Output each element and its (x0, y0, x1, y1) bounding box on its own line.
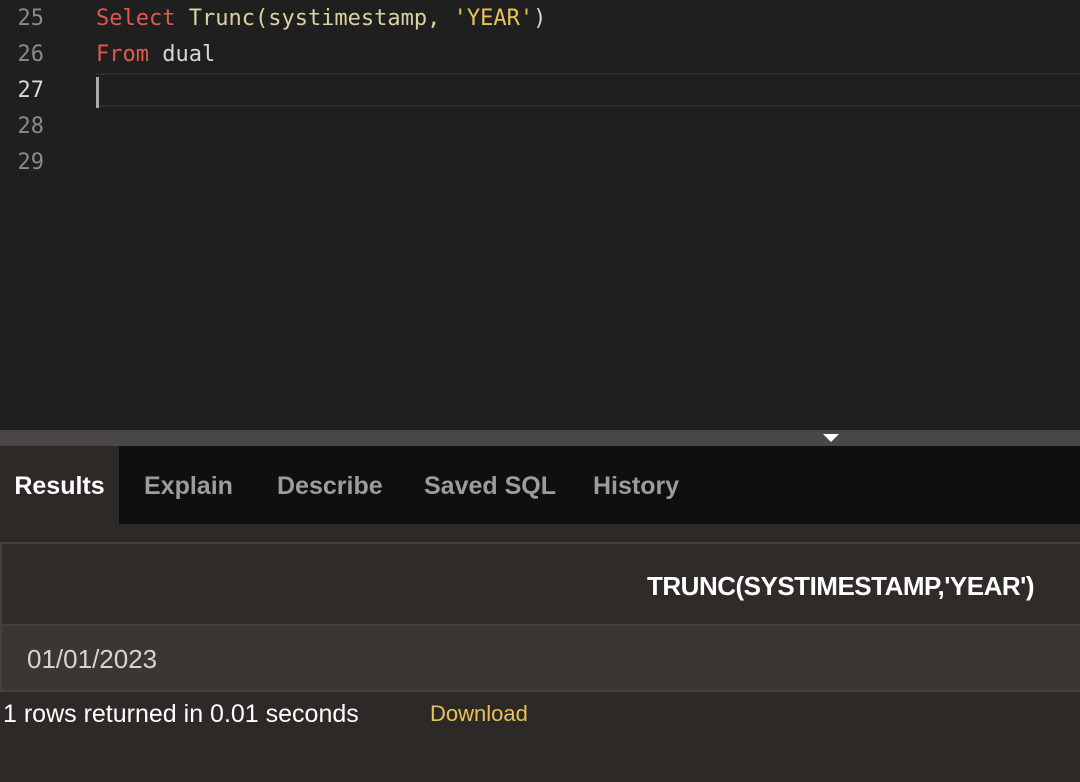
line-number: 29 (17, 150, 45, 175)
code-line[interactable]: 26 From dual (0, 37, 1080, 73)
sql-keyword: Select (96, 6, 176, 31)
table-cell: 01/01/2023 (27, 644, 158, 674)
results-tab-bar: Results Explain Describe Saved SQL Histo… (0, 446, 1080, 524)
results-grid-header: TRUNC(SYSTIMESTAMP,'YEAR') (0, 542, 1080, 626)
sql-string: 'YEAR' (453, 6, 534, 31)
table-row[interactable]: 01/01/2023 (0, 626, 1080, 692)
code-line[interactable]: 25 Select Trunc(systimestamp, 'YEAR') (0, 1, 1080, 37)
line-number: 26 (17, 42, 45, 67)
code-line[interactable]: 28 (0, 109, 1080, 145)
text-cursor (96, 77, 99, 108)
sql-identifier: dual (148, 42, 216, 67)
code-text: From dual (96, 37, 215, 73)
rows-returned-status: 1 rows returned in 0.01 seconds (3, 700, 359, 728)
collapse-arrow-icon[interactable] (823, 434, 839, 442)
tab-explain[interactable]: Explain (144, 446, 233, 524)
sql-keyword: From (96, 42, 149, 67)
sql-editor[interactable]: 25 Select Trunc(systimestamp, 'YEAR') 26… (0, 0, 1080, 430)
sql-punctuation: ) (533, 6, 547, 31)
code-line[interactable]: 29 (0, 145, 1080, 181)
code-line-active[interactable]: 27 (0, 73, 1080, 109)
column-header[interactable]: TRUNC(SYSTIMESTAMP,'YEAR') (647, 544, 1034, 624)
line-number: 28 (17, 114, 45, 139)
pane-splitter[interactable] (0, 430, 1080, 446)
download-link[interactable]: Download (430, 696, 528, 732)
tab-history[interactable]: History (593, 446, 679, 524)
code-text: Select Trunc(systimestamp, 'YEAR') (96, 1, 546, 37)
tab-saved-sql[interactable]: Saved SQL (424, 446, 556, 524)
results-panel: TRUNC(SYSTIMESTAMP,'YEAR') 01/01/2023 1 … (0, 524, 1080, 782)
tab-results[interactable]: Results (0, 446, 119, 524)
line-number: 27 (17, 78, 45, 103)
line-number: 25 (17, 6, 45, 31)
tab-describe[interactable]: Describe (277, 446, 383, 524)
sql-function: Trunc(systimestamp, (188, 6, 454, 31)
